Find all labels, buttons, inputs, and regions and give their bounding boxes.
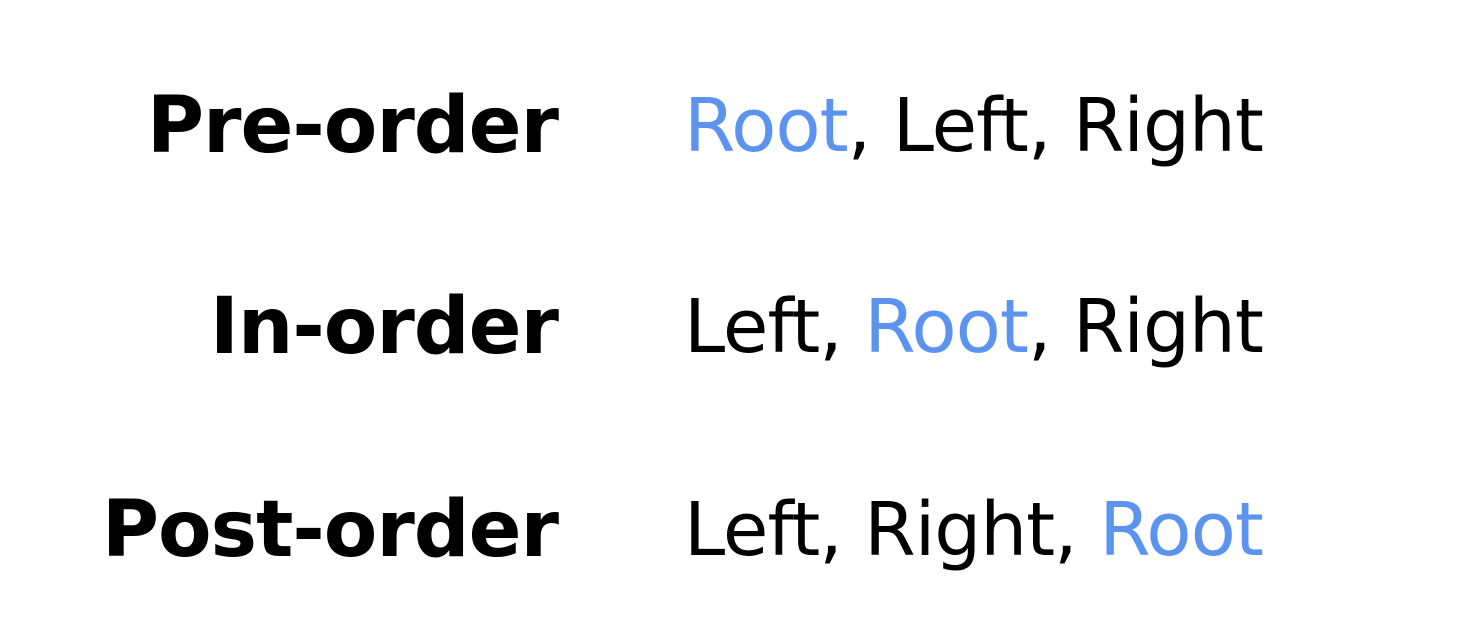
separator: , xyxy=(847,83,893,169)
step-root: Root xyxy=(864,284,1029,370)
traversal-row-post-order: Post-order Left, Right, Root xyxy=(0,475,1482,585)
separator: , xyxy=(819,487,865,573)
step-left: Left xyxy=(892,83,1029,169)
traversal-label: Post-order xyxy=(101,485,559,575)
traversal-sequence: Left, Root, Right xyxy=(684,272,1264,382)
step-left: Left xyxy=(684,487,820,573)
traversal-sequence: Root, Left, Right xyxy=(684,71,1264,181)
step-right: Right xyxy=(1072,284,1264,370)
step-root: Root xyxy=(684,83,849,169)
step-root: Root xyxy=(1099,487,1264,573)
traversal-sequence: Left, Right, Root xyxy=(684,475,1264,585)
traversal-label: Pre-order xyxy=(146,81,559,171)
traversal-order-diagram: Pre-order Root, Left, Right In-order Lef… xyxy=(0,0,1482,640)
traversal-row-in-order: In-order Left, Root, Right xyxy=(0,272,1482,382)
step-right: Right xyxy=(1072,83,1264,169)
separator: , xyxy=(1027,284,1073,370)
separator: , xyxy=(819,284,865,370)
separator: , xyxy=(1054,487,1100,573)
step-right: Right xyxy=(864,487,1055,573)
separator: , xyxy=(1027,83,1073,169)
traversal-row-pre-order: Pre-order Root, Left, Right xyxy=(0,71,1482,181)
step-left: Left xyxy=(684,284,820,370)
traversal-label: In-order xyxy=(209,282,559,372)
